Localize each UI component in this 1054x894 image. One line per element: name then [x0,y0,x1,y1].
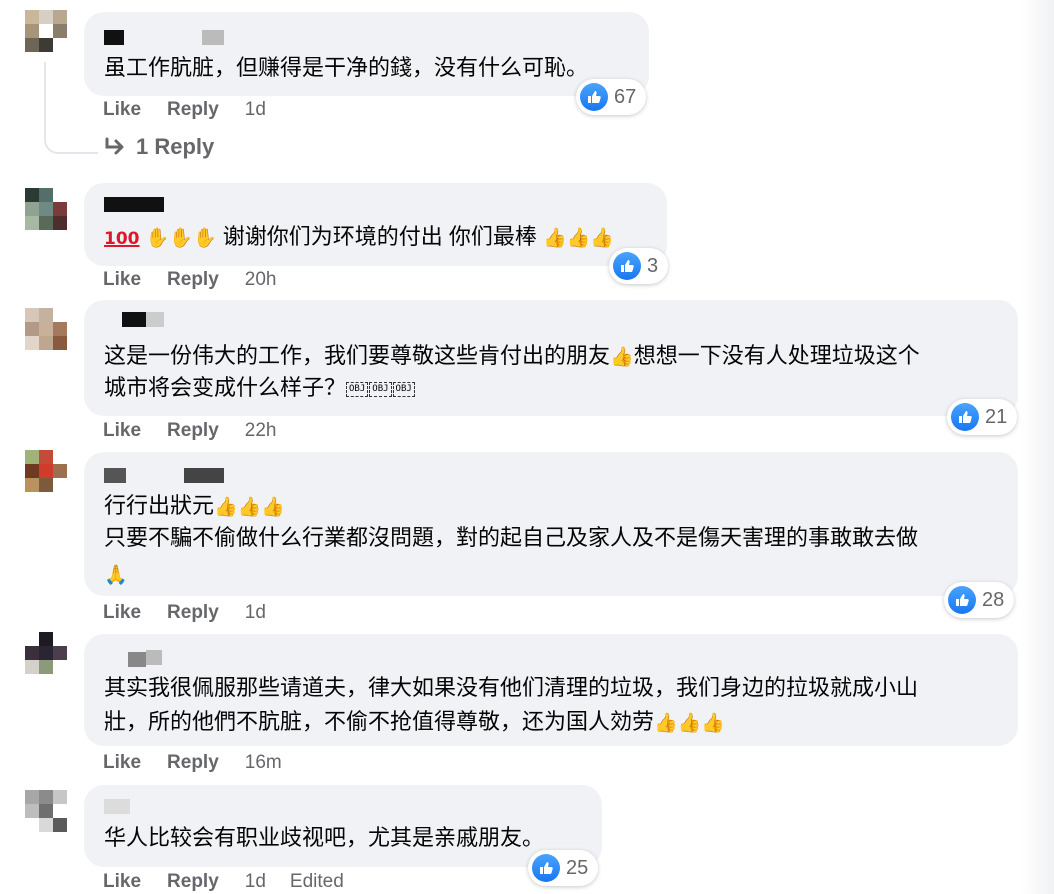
thumbs-up-emoji-icon: 👍 [566,227,591,249]
redacted-author-name[interactable] [122,312,146,327]
reaction-count: 25 [566,856,589,879]
like-link[interactable]: Like [103,602,141,623]
page-edge-shadow [1020,0,1054,894]
thumbs-up-emoji-icon: 👍 [701,712,726,734]
reply-link[interactable]: Reply [167,99,219,120]
reaction-summary[interactable]: 28 [944,582,1015,618]
comment-timestamp[interactable]: 16m [245,752,282,773]
redacted-author-name[interactable] [104,30,124,45]
comment-timestamp[interactable]: 1d [245,871,266,892]
praying-hands-icon: 🙏 [104,564,128,586]
redacted-author-name [202,30,224,45]
redacted-author-name[interactable] [104,799,130,814]
view-replies-label: 1 Reply [136,134,215,159]
thumbs-up-emoji-icon: 👍 [590,227,615,249]
avatar[interactable] [25,188,67,230]
comment-bubble: 华人比较会有职业歧视吧，尤其是亲戚朋友。 [84,785,602,867]
reaction-summary[interactable]: 21 [947,399,1018,435]
comment-text: 华人比较会有职业歧视吧，尤其是亲戚朋友。 [104,825,545,850]
view-replies-link[interactable]: 1 Reply [104,134,214,160]
reaction-count: 67 [614,85,637,108]
reaction-count: 21 [985,405,1008,428]
object-placeholder-icon: OBJ [369,381,392,397]
hundred-emoji-icon: 100 [104,229,140,249]
edited-label[interactable]: Edited [290,871,344,892]
avatar[interactable] [25,790,67,832]
redacted-author-name [146,312,164,327]
comment-timestamp[interactable]: 1d [245,602,266,623]
reply-link[interactable]: Reply [167,752,219,773]
like-link[interactable]: Like [103,420,141,441]
comment-timestamp[interactable]: 20h [245,269,277,290]
thumbs-up-icon [951,403,979,431]
comment-text: 这是一份伟大的工作，我们要尊敬这些肯付出的朋友👍想想一下没有人处理垃圾这个 [104,343,920,368]
comment-actions: Like Reply 20h [103,269,300,291]
avatar[interactable] [25,308,67,350]
like-link[interactable]: Like [103,752,141,773]
comment-text: 虽工作肮脏，但赚得是干净的錢，没有什么可恥。 [104,55,589,80]
thumbs-up-emoji-icon: 👍 [677,712,702,734]
like-link[interactable]: Like [103,99,141,120]
like-link[interactable]: Like [103,269,141,290]
clapping-hands-icon: ✋ [145,227,170,249]
reply-link[interactable]: Reply [167,420,219,441]
reaction-summary[interactable]: 3 [609,248,669,284]
reaction-count: 28 [982,588,1005,611]
comment-text: 壯，所的他們不肮脏，不偷不抢值得尊敬，还为国人効劳👍👍👍 [104,709,726,734]
comment-actions: Like Reply 16m [103,752,306,774]
redacted-author-name[interactable] [104,468,126,483]
reply-link[interactable]: Reply [167,269,219,290]
thumbs-up-emoji-icon: 👍 [543,227,567,249]
comment-actions: Like Reply 1d [103,602,290,624]
avatar[interactable] [25,10,67,52]
comment-timestamp[interactable]: 22h [245,420,277,441]
comment-timestamp[interactable]: 1d [245,99,266,120]
redacted-author-name[interactable] [104,197,164,212]
clapping-hands-icon: ✋ [192,227,217,249]
comment-bubble: 其实我很佩服那些请道夫，律大如果没有他们清理的垃圾，我们身边的拉圾就成小山 壯，… [84,634,1018,746]
thumbs-up-icon [948,586,976,614]
comment-bubble: 行行出狀元👍👍👍 只要不騙不偷做什么行業都沒問題，對的起自己及家人及不是傷天害理… [84,452,1018,596]
comment-text: 🙏 [104,556,128,592]
comment-actions: Like Reply 1d Edited [103,871,368,893]
comment-text: 其实我很佩服那些请道夫，律大如果没有他们清理的垃圾，我们身边的拉圾就成小山 [104,675,919,700]
reaction-count: 3 [647,254,659,277]
comment-text: 只要不騙不偷做什么行業都沒問題，對的起自己及家人及不是傷天害理的事敢敢去做 [104,525,919,550]
redacted-author-name[interactable] [128,652,146,667]
comment-bubble: 100 ✋✋✋ 谢谢你们为环境的付出 你们最棒 👍👍👍 [84,183,667,266]
thumbs-up-emoji-icon: 👍 [237,496,262,518]
comment-text: 100 ✋✋✋ 谢谢你们为环境的付出 你们最棒 👍👍👍 [104,224,615,249]
reply-link[interactable]: Reply [167,602,219,623]
thumbs-up-emoji-icon: 👍 [261,496,286,518]
thumbs-up-emoji-icon: 👍 [654,712,678,734]
thumbs-up-icon [580,83,608,111]
comment-actions: Like Reply 22h [103,420,300,442]
redacted-author-name [184,468,224,483]
object-placeholder-icon: OBJ [392,381,415,397]
reply-arrow-icon [105,137,124,155]
object-placeholder-icon: OBJ [346,381,369,397]
avatar[interactable] [25,632,67,674]
comment-text: 行行出狀元👍👍👍 [104,493,286,518]
comment-bubble: 虽工作肮脏，但赚得是干净的錢，没有什么可恥。 [84,12,649,96]
reaction-summary[interactable]: 25 [528,850,599,886]
avatar[interactable] [25,450,67,492]
like-link[interactable]: Like [103,871,141,892]
comment-text: 城市将会变成什么样子？ OBJ OBJ OBJ [104,370,416,406]
thumbs-up-icon [532,854,560,882]
comment-bubble: 这是一份伟大的工作，我们要尊敬这些肯付出的朋友👍想想一下没有人处理垃圾这个 城市… [84,300,1018,416]
redacted-author-name [146,650,162,665]
reply-link[interactable]: Reply [167,871,219,892]
thumbs-up-emoji-icon: 👍 [610,346,634,368]
thumbs-up-icon [613,252,641,280]
comment-actions: Like Reply 1d [103,99,290,121]
clapping-hands-icon: ✋ [169,227,193,249]
reaction-summary[interactable]: 67 [576,79,647,115]
thumbs-up-emoji-icon: 👍 [214,496,238,518]
